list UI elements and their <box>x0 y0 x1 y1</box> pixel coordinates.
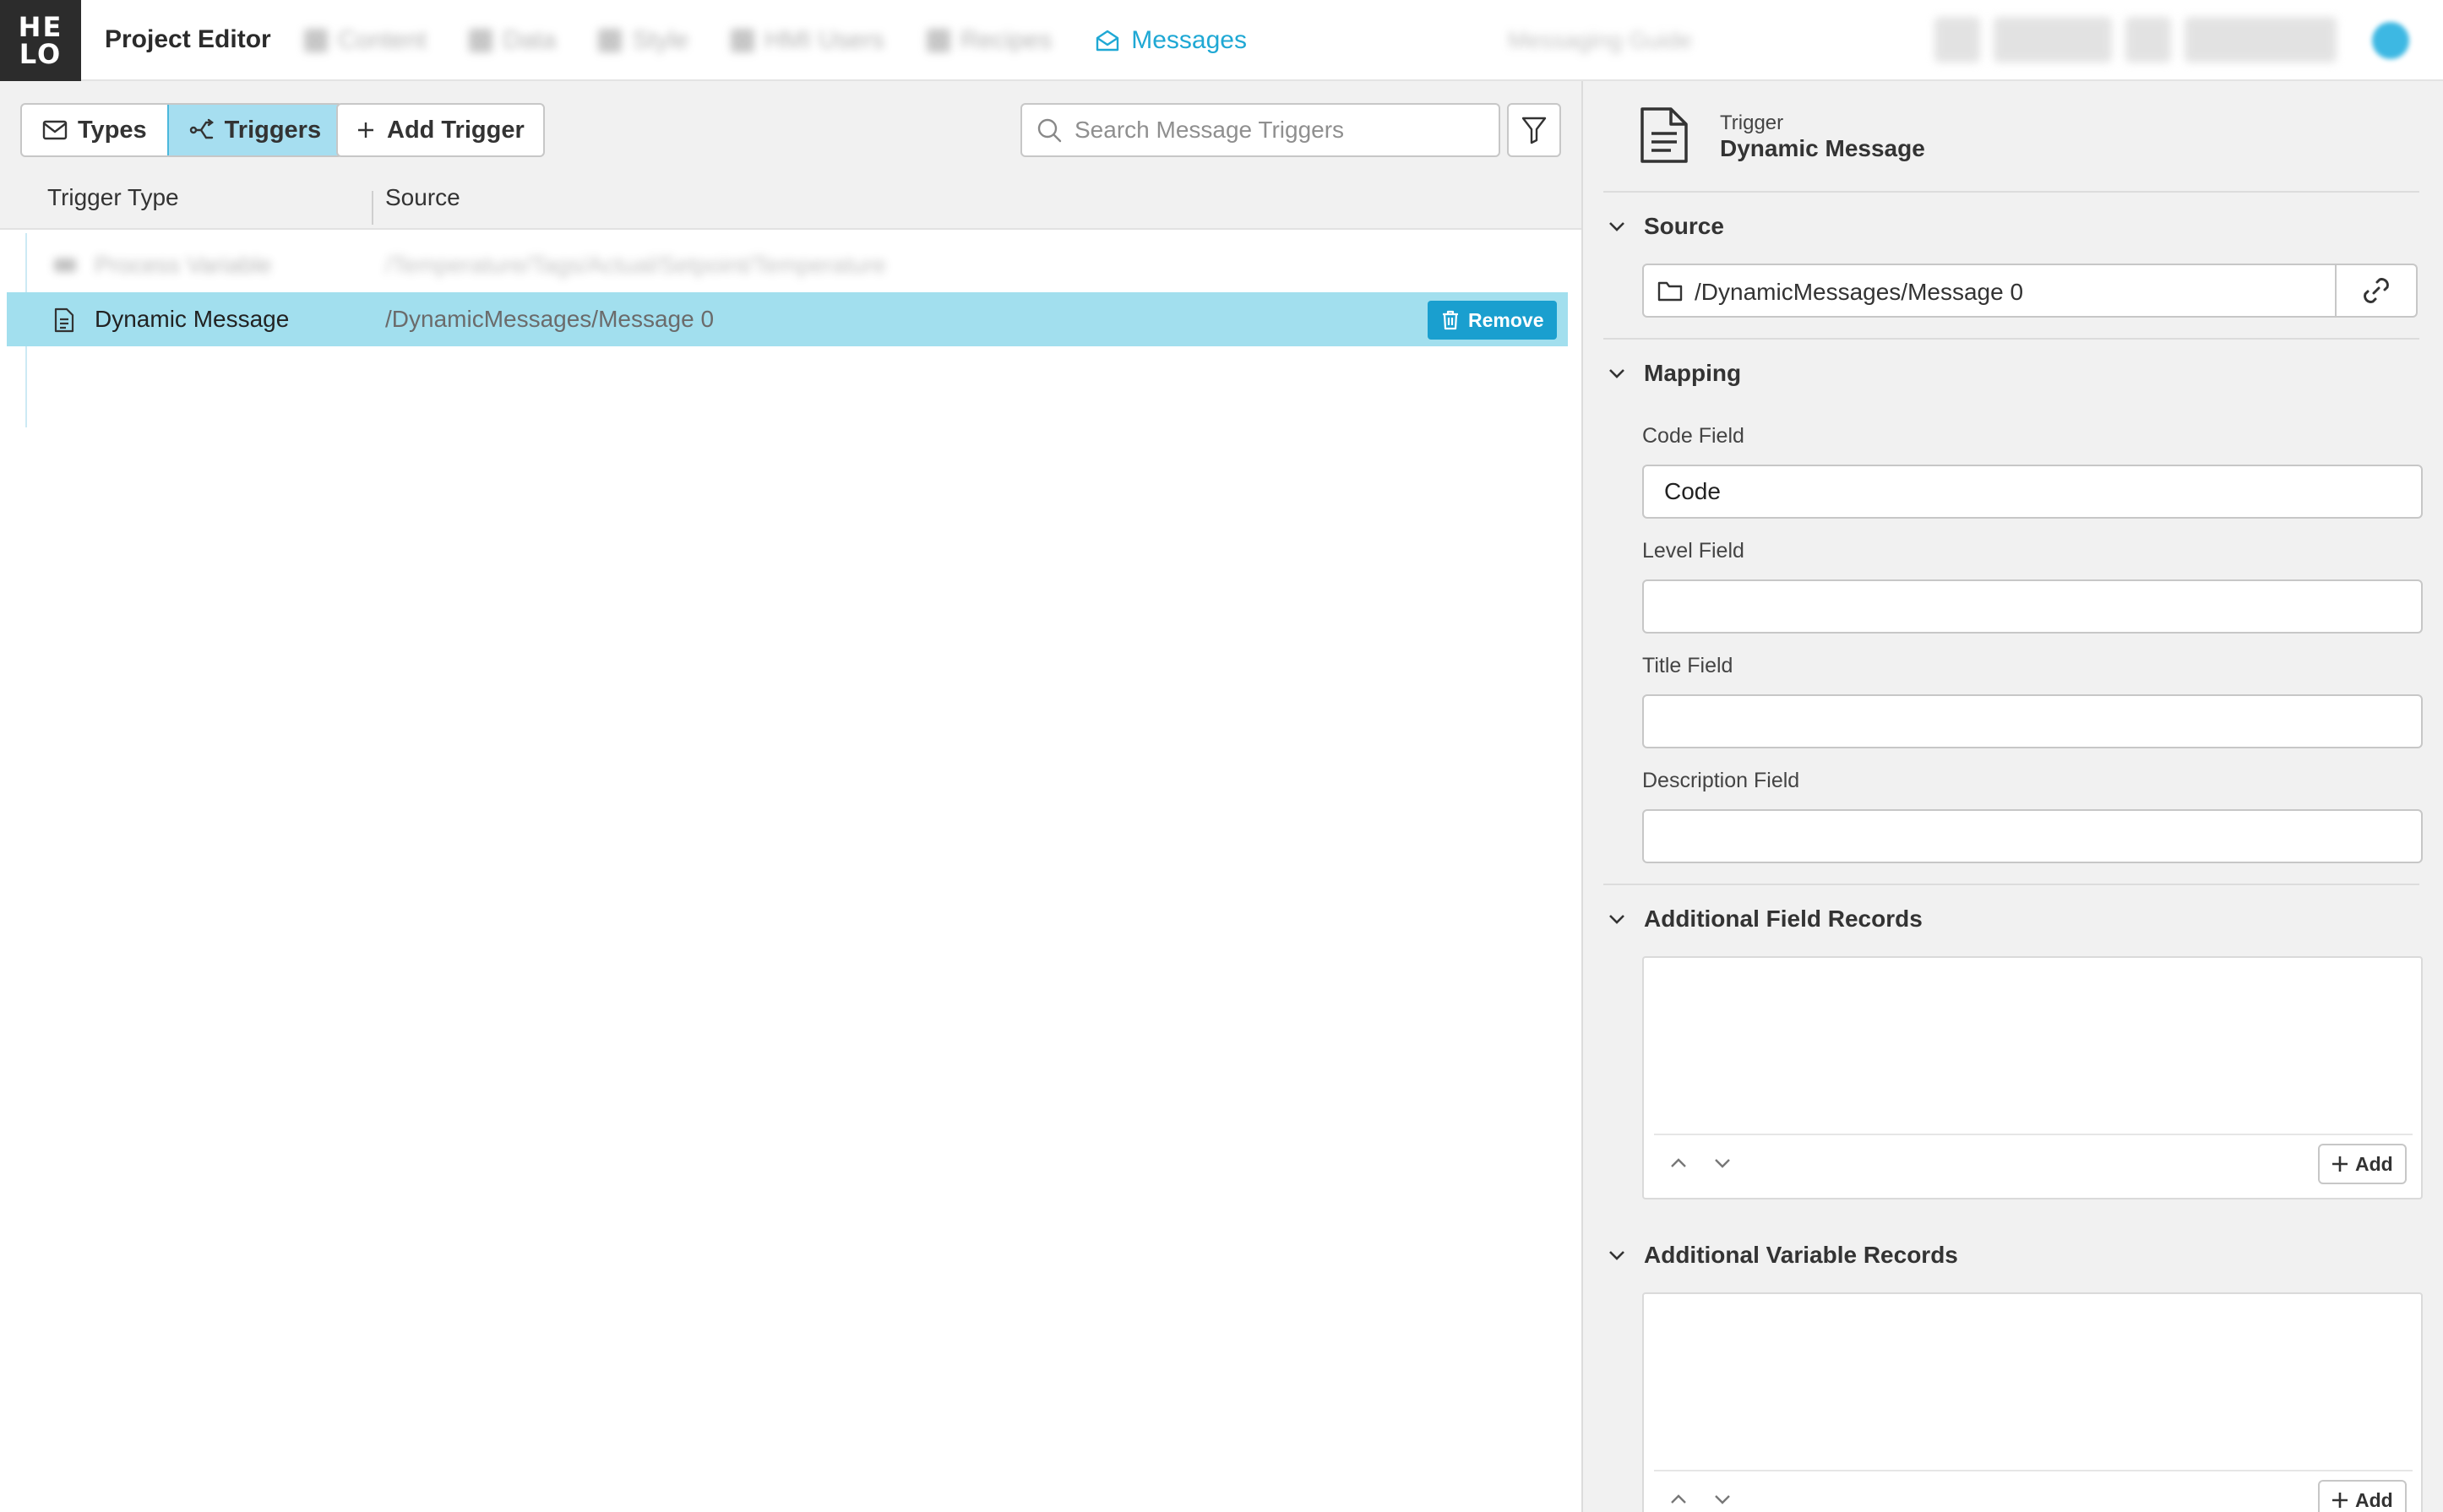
nav-item-recipes[interactable]: Recipes <box>926 26 1052 55</box>
plus-icon <box>2331 1156 2348 1172</box>
chevron-down-icon <box>1608 220 1625 232</box>
app-logo[interactable]: HE LO <box>0 0 81 81</box>
triggers-list-panel: Types Triggers Add Trigger Search Messag… <box>0 81 1581 1512</box>
filter-icon <box>1521 116 1548 144</box>
divider <box>1603 191 2419 193</box>
nav-item-style[interactable]: Style <box>598 26 688 55</box>
divider <box>1603 338 2419 340</box>
nav-item-content[interactable]: Content <box>304 26 427 55</box>
panel-subtitle: Trigger <box>1720 111 1784 134</box>
types-tab[interactable]: Types <box>22 105 167 155</box>
divider <box>1654 1134 2413 1135</box>
row-trigger-type: Dynamic Message <box>95 306 290 332</box>
list-toolbar: Types Triggers Add Trigger Search Messag… <box>0 81 1581 230</box>
add-trigger-button[interactable]: Add Trigger <box>336 103 545 157</box>
column-divider[interactable] <box>372 191 373 225</box>
chevron-down-icon <box>1608 367 1625 379</box>
divider <box>1654 1470 2413 1471</box>
chevron-down-icon[interactable] <box>1713 1157 1732 1169</box>
version-button[interactable] <box>1994 17 2112 63</box>
search-input[interactable] <box>1075 117 1480 144</box>
chevron-down-icon[interactable] <box>1713 1493 1732 1505</box>
messaging-guide-link[interactable]: Messaging Guide <box>1508 27 1692 54</box>
header-divider <box>0 228 1581 230</box>
help-icon[interactable] <box>1934 17 1980 63</box>
section-source-toggle[interactable]: Source <box>1608 213 1724 240</box>
title-field-label: Title Field <box>1642 654 1733 677</box>
table-row-selected[interactable]: Dynamic Message /DynamicMessages/Message… <box>7 292 1568 346</box>
additional-variable-records-list[interactable]: Add <box>1642 1292 2423 1512</box>
filter-button[interactable] <box>1507 103 1561 157</box>
users-icon <box>731 29 755 52</box>
column-header-source[interactable]: Source <box>385 184 460 211</box>
undo-icon[interactable] <box>2125 17 2171 63</box>
content-icon <box>304 29 328 52</box>
remove-button[interactable]: Remove <box>1428 301 1558 340</box>
source-path: /DynamicMessages/Message 0 <box>1695 279 2024 305</box>
variable-icon <box>52 253 78 277</box>
section-additional-variable-records-toggle[interactable]: Additional Variable Records <box>1608 1242 1958 1269</box>
description-field-input[interactable] <box>1642 809 2423 863</box>
header-actions <box>1934 17 2337 63</box>
row-source: /Temperature/Tags/Actual/Setpoint/Temper… <box>385 252 886 278</box>
search-icon <box>1036 117 1063 144</box>
document-icon <box>1639 106 1689 164</box>
nav-item-hmi-users[interactable]: HMI Users <box>731 26 884 55</box>
types-triggers-toggle: Types Triggers <box>20 103 344 157</box>
description-field-label: Description Field <box>1642 769 1800 792</box>
plus-icon <box>356 121 375 139</box>
envelope-icon <box>42 119 68 141</box>
divider <box>1603 884 2419 885</box>
triggers-tab[interactable]: Triggers <box>166 105 342 155</box>
app-title: Project Editor <box>105 25 271 53</box>
nav-item-data[interactable]: Data <box>469 26 556 55</box>
top-bar: HE LO Project Editor Content Data Style … <box>0 0 2443 81</box>
nav-item-messages[interactable]: Messages <box>1094 26 1247 55</box>
envelope-open-icon <box>1094 27 1121 54</box>
table-row[interactable]: Process Variable /Temperature/Tags/Actua… <box>7 238 1568 292</box>
column-header-trigger-type[interactable]: Trigger Type <box>47 184 179 211</box>
plus-icon <box>2331 1492 2348 1509</box>
main-nav: Content Data Style HMI Users Recipes Mes… <box>304 19 1289 63</box>
level-field-label: Level Field <box>1642 539 1744 563</box>
reorder-controls <box>1669 1493 1732 1505</box>
chevron-up-icon[interactable] <box>1669 1157 1688 1169</box>
row-source: /DynamicMessages/Message 0 <box>385 306 715 332</box>
trash-icon <box>1441 310 1460 330</box>
data-icon <box>469 29 493 52</box>
avatar[interactable] <box>2372 22 2409 59</box>
folder-icon <box>1657 279 1683 302</box>
trigger-details-panel: Trigger Dynamic Message Source /DynamicM… <box>1581 81 2443 1512</box>
chevron-down-icon <box>1608 913 1625 925</box>
chevron-up-icon[interactable] <box>1669 1493 1688 1505</box>
panel-title: Dynamic Message <box>1720 135 1925 161</box>
chevron-down-icon <box>1608 1249 1625 1261</box>
section-additional-field-records-toggle[interactable]: Additional Field Records <box>1608 906 1923 933</box>
link-icon <box>2359 274 2393 307</box>
link-source-button[interactable] <box>2335 265 2416 316</box>
title-field-input[interactable] <box>1642 694 2423 748</box>
style-icon <box>598 29 623 52</box>
section-mapping-toggle[interactable]: Mapping <box>1608 360 1741 387</box>
publish-button[interactable] <box>2185 17 2337 63</box>
code-field-input[interactable] <box>1642 465 2423 519</box>
code-field-label: Code Field <box>1642 424 1744 448</box>
recipes-icon <box>926 29 950 52</box>
document-icon <box>52 307 76 333</box>
trigger-branch-icon <box>189 118 215 142</box>
additional-field-records-list[interactable]: Add <box>1642 956 2423 1199</box>
search-box <box>1020 103 1500 157</box>
level-field-input[interactable] <box>1642 579 2423 634</box>
add-variable-record-button[interactable]: Add <box>2318 1480 2407 1512</box>
source-path-field[interactable]: /DynamicMessages/Message 0 <box>1642 264 2418 318</box>
row-trigger-type: Process Variable <box>95 252 272 278</box>
add-field-record-button[interactable]: Add <box>2318 1144 2407 1184</box>
reorder-controls <box>1669 1157 1732 1169</box>
